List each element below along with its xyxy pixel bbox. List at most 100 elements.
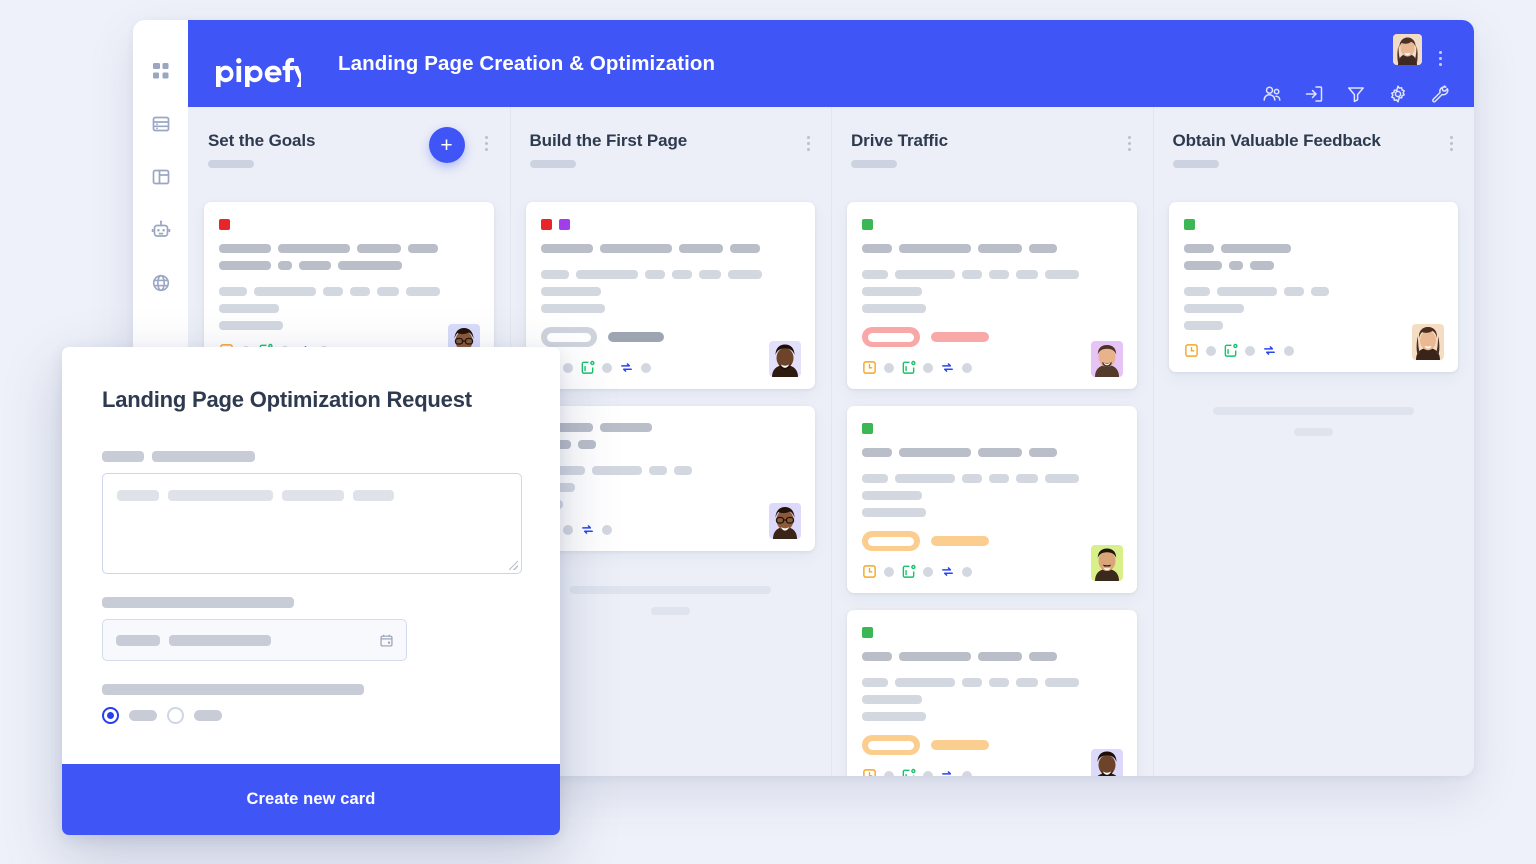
- card-assignee-avatar[interactable]: [769, 503, 801, 539]
- card-tags: [862, 423, 1122, 434]
- filter-icon[interactable]: [1346, 84, 1366, 104]
- apps-grid-icon: [150, 60, 172, 82]
- board-card[interactable]: [847, 610, 1137, 776]
- card-meta-dot: [1205, 345, 1216, 356]
- column-header: Set the Goals +: [188, 107, 510, 187]
- avatar[interactable]: [1393, 34, 1422, 65]
- header-toolbar: [1262, 84, 1450, 104]
- description-placeholder-skeleton: [117, 490, 507, 501]
- card-meta-dot: [884, 770, 894, 776]
- calendar-check-icon: [901, 564, 916, 579]
- wrench-icon[interactable]: [1430, 84, 1450, 104]
- card-meta-dot: [640, 362, 651, 373]
- radio-group: [102, 707, 520, 724]
- board-column: Obtain Valuable Feedback: [1152, 107, 1475, 776]
- create-new-card-button[interactable]: Create new card: [62, 764, 560, 835]
- calendar-icon[interactable]: [379, 633, 394, 653]
- card-tags: [540, 219, 801, 230]
- tag-chip: [862, 627, 873, 638]
- badge-bar: [931, 740, 989, 750]
- app-header: Landing Page Creation & Optimization: [188, 20, 1474, 107]
- card-assignee-avatar[interactable]: [1090, 545, 1123, 581]
- globe-icon: [150, 272, 172, 294]
- pipefy-logo[interactable]: [215, 57, 301, 87]
- layout-icon: [150, 166, 172, 188]
- header-more-options-icon[interactable]: [1432, 48, 1448, 68]
- column-more-options-icon[interactable]: [480, 134, 494, 152]
- members-icon[interactable]: [1262, 84, 1282, 104]
- column-cards: [188, 187, 510, 372]
- robot-icon: [150, 219, 172, 241]
- card-assignee-avatar[interactable]: [1090, 749, 1123, 776]
- card-meta-dot: [923, 362, 933, 373]
- ghost-line: [650, 607, 690, 615]
- card-assignee-avatar[interactable]: [1412, 324, 1444, 360]
- add-card-button[interactable]: +: [428, 127, 465, 163]
- radio-label-skeleton: [194, 710, 222, 721]
- card-meta-dot: [562, 524, 573, 535]
- column-more-options-icon[interactable]: [801, 134, 815, 152]
- tag-chip: [540, 219, 552, 230]
- page-title: Landing Page Creation & Optimization: [338, 51, 716, 75]
- board-card[interactable]: [525, 202, 815, 389]
- column-more-options-icon[interactable]: [1123, 134, 1137, 152]
- ghost-line: [1212, 407, 1414, 415]
- sync-arrows-icon: [940, 360, 955, 375]
- textarea-resize-handle[interactable]: [509, 561, 518, 570]
- description-field-group: [102, 451, 522, 574]
- status-badge: [862, 531, 920, 551]
- card-meta-dot: [923, 770, 933, 776]
- sync-arrows-icon: [619, 360, 634, 375]
- card-meta-dot: [923, 566, 933, 577]
- radio-option-2[interactable]: [167, 707, 184, 724]
- board-card[interactable]: [847, 406, 1137, 593]
- board-card[interactable]: [525, 406, 815, 551]
- radio-option-1[interactable]: [102, 707, 119, 724]
- board-column: Drive Traffic: [831, 107, 1153, 776]
- sidebar-item-database[interactable]: [149, 112, 173, 136]
- badge-bar: [931, 332, 989, 342]
- tag-chip: [862, 219, 873, 230]
- column-ghost-placeholder: [1169, 389, 1459, 436]
- ghost-line: [569, 586, 771, 594]
- description-field[interactable]: [102, 473, 522, 574]
- card-footer: [541, 360, 801, 375]
- status-badge: [862, 735, 920, 755]
- radio-label-skeleton: [129, 710, 157, 721]
- column-ghost-placeholder: [526, 568, 816, 615]
- tag-chip: [558, 219, 570, 230]
- card-assignee-avatar[interactable]: [1090, 341, 1123, 377]
- card-tags: [862, 627, 1122, 638]
- field-label-skeleton: [102, 597, 520, 608]
- field-label-skeleton: [102, 451, 520, 462]
- column-header: Build the First Page: [510, 107, 832, 187]
- column-subtitle-skeleton: [851, 160, 897, 168]
- card-meta-dot: [884, 566, 894, 577]
- badge-bar: [607, 332, 664, 342]
- gear-icon[interactable]: [1388, 84, 1408, 104]
- column-subtitle-skeleton: [1172, 160, 1219, 168]
- card-meta-dot: [884, 362, 894, 373]
- sidebar-item-automation[interactable]: [149, 218, 173, 242]
- column-title: Obtain Valuable Feedback: [1172, 131, 1381, 150]
- column-header: Obtain Valuable Feedback: [1153, 107, 1475, 187]
- sidebar-item-apps[interactable]: [149, 59, 173, 83]
- column-more-options-icon[interactable]: [1444, 134, 1458, 152]
- sidebar-item-layout[interactable]: [149, 165, 173, 189]
- card-tags: [862, 219, 1122, 230]
- card-meta-dot: [1244, 345, 1255, 356]
- status-badge: [862, 327, 920, 347]
- card-meta-dot: [601, 362, 612, 373]
- modal-title: Landing Page Optimization Request: [102, 387, 472, 412]
- board-card[interactable]: [1168, 202, 1458, 372]
- calendar-check-icon: [580, 360, 595, 375]
- card-assignee-avatar[interactable]: [769, 341, 801, 377]
- card-meta-dot: [601, 524, 612, 535]
- sync-arrows-icon: [580, 522, 595, 537]
- date-field[interactable]: [102, 619, 407, 661]
- tag-chip: [1183, 219, 1195, 230]
- board-card[interactable]: [847, 202, 1137, 389]
- import-icon[interactable]: [1304, 84, 1324, 104]
- clock-square-icon: [862, 768, 877, 776]
- sidebar-item-portal[interactable]: [149, 271, 173, 295]
